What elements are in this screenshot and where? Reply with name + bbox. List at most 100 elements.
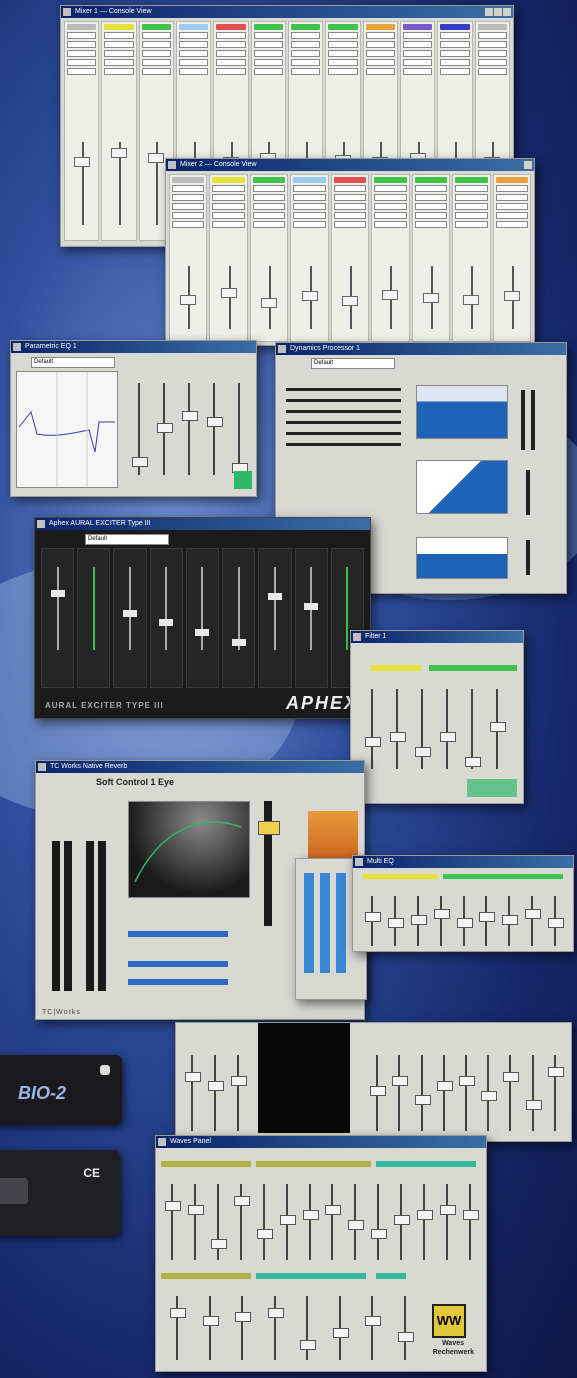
parameter-field[interactable] [440, 68, 470, 75]
close-icon[interactable] [503, 8, 511, 16]
fader-cap[interactable] [208, 1081, 224, 1091]
fader-track[interactable] [370, 689, 373, 769]
parameter-field[interactable] [328, 68, 358, 75]
fader-track[interactable] [56, 567, 59, 650]
aphex-channel[interactable] [222, 548, 256, 688]
fader-track[interactable] [208, 1296, 211, 1360]
fader-cap[interactable] [524, 908, 541, 919]
fader-cap[interactable] [341, 296, 358, 307]
parameter-field[interactable] [293, 221, 326, 228]
parameter-field[interactable] [253, 59, 283, 66]
fader-track[interactable] [81, 141, 84, 225]
parameter-field[interactable] [216, 50, 246, 57]
fader-cap[interactable] [159, 619, 174, 627]
parameter-field[interactable] [104, 32, 134, 39]
parameter-field[interactable] [365, 41, 395, 48]
fader-track[interactable] [306, 1296, 309, 1360]
fader-cap[interactable] [503, 291, 520, 302]
fader-cap[interactable] [220, 287, 237, 298]
fader-track[interactable] [420, 689, 423, 769]
console-window-second[interactable]: Mixer 2 — Console View [165, 158, 535, 346]
parameter-field[interactable] [328, 50, 358, 57]
fader-cap[interactable] [123, 609, 138, 617]
fader-cap[interactable] [131, 457, 148, 468]
fader-cap[interactable] [365, 911, 382, 922]
parameter-field[interactable] [333, 194, 367, 201]
parameter-field[interactable] [495, 185, 528, 192]
parameter-field[interactable] [402, 68, 433, 75]
parameter-field[interactable] [290, 41, 321, 48]
parameter-field[interactable] [495, 221, 528, 228]
parameter-field[interactable] [178, 41, 209, 48]
fader-cap[interactable] [300, 1340, 317, 1350]
output-fader[interactable] [264, 801, 272, 926]
parameter-field[interactable] [333, 185, 367, 192]
parameter-field[interactable] [477, 59, 507, 66]
parameter-field[interactable] [178, 68, 209, 75]
parameter-field[interactable] [414, 203, 448, 210]
fader-cap[interactable] [234, 1195, 250, 1206]
filter-plugin-window[interactable]: Filter 1 [350, 630, 524, 804]
title-bar[interactable]: Parametric EQ 1 [11, 341, 256, 353]
threshold-sliders[interactable] [286, 380, 401, 490]
parameter-field[interactable] [212, 194, 245, 201]
fader-cap[interactable] [156, 422, 173, 433]
fader-cap[interactable] [439, 732, 456, 742]
title-bar[interactable]: Dynamics Processor 1 [276, 343, 566, 355]
fader-track[interactable] [468, 1184, 471, 1260]
preset-field[interactable]: Default [85, 534, 169, 545]
fader-cap[interactable] [148, 152, 165, 163]
fader-track[interactable] [398, 1055, 401, 1131]
title-bar[interactable]: Mixer 1 — Console View [61, 6, 513, 18]
parameter-field[interactable] [293, 185, 326, 192]
parameter-field[interactable] [67, 41, 97, 48]
parameter-field[interactable] [365, 59, 395, 66]
fader-cap[interactable] [463, 294, 480, 305]
parameter-field[interactable] [495, 212, 528, 219]
fader-cap[interactable] [325, 1205, 342, 1216]
parameter-field[interactable] [178, 59, 209, 66]
parameter-field[interactable] [495, 203, 528, 210]
fader-track[interactable] [442, 1055, 445, 1131]
parameter-field[interactable] [414, 185, 448, 192]
parameter-field[interactable] [141, 68, 171, 75]
parameter-field[interactable] [293, 203, 326, 210]
fader-track[interactable] [237, 383, 240, 475]
parameter-field[interactable] [67, 59, 97, 66]
channel-strip[interactable] [64, 21, 100, 241]
gain-graph-1[interactable] [416, 385, 508, 439]
parameter-field[interactable] [477, 50, 507, 57]
parameter-field[interactable] [178, 32, 209, 39]
parameter-field[interactable] [67, 32, 97, 39]
fader-track[interactable] [346, 567, 349, 650]
preset-field[interactable]: Default [31, 357, 115, 368]
fader-cap[interactable] [332, 1328, 349, 1338]
parameter-field[interactable] [455, 212, 488, 219]
fader-cap[interactable] [231, 1076, 248, 1087]
channel-strip[interactable] [101, 21, 137, 241]
title-bar[interactable]: Mixer 2 — Console View [166, 159, 534, 171]
channel-strip[interactable] [492, 174, 531, 342]
input-slider[interactable] [128, 961, 228, 967]
title-bar[interactable]: Waves Panel [156, 1136, 486, 1148]
parameter-field[interactable] [328, 32, 358, 39]
parameter-field[interactable] [290, 59, 321, 66]
parameter-field[interactable] [67, 50, 97, 57]
parameter-field[interactable] [252, 185, 286, 192]
fader-track[interactable] [273, 1296, 276, 1360]
parameter-field[interactable] [414, 194, 448, 201]
fader-track[interactable] [445, 689, 448, 769]
waves-panel-window[interactable]: Waves Panel WW Waves Rechenwerk [155, 1135, 487, 1372]
fader-cap[interactable] [304, 602, 319, 610]
parameter-field[interactable] [104, 50, 134, 57]
eq-plugin-window[interactable]: Parametric EQ 1 Default [10, 340, 257, 497]
parameter-field[interactable] [495, 194, 528, 201]
parameter-field[interactable] [216, 68, 246, 75]
parameter-field[interactable] [212, 185, 245, 192]
parameter-field[interactable] [477, 32, 507, 39]
parameter-field[interactable] [253, 32, 283, 39]
fader-cap[interactable] [392, 1076, 409, 1087]
fader-cap[interactable] [436, 1081, 453, 1091]
parameter-field[interactable] [374, 194, 407, 201]
parameter-field[interactable] [374, 221, 407, 228]
